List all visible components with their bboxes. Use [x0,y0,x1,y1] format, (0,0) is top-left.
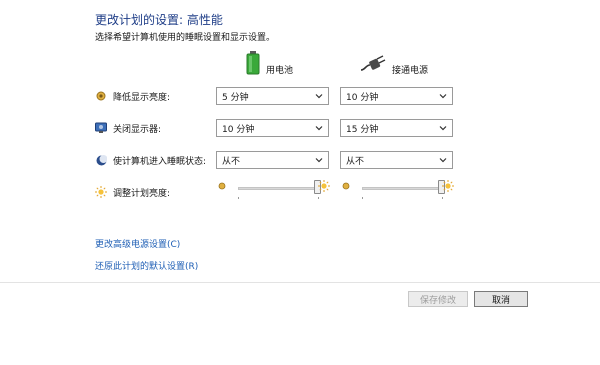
slider-tick [442,197,443,199]
slider-tick [362,197,363,199]
column-label-battery: 用电池 [266,65,294,76]
footer-divider [0,282,600,283]
slider-track [362,187,442,190]
row-turn-off-display: 关闭显示器: [95,119,161,137]
sun-icon [95,186,107,198]
sleep-plugged-select[interactable]: 从不 [340,151,453,169]
column-label-plugged: 接通电源 [392,65,429,76]
row-label-sleep: 使计算机进入睡眠状态: [113,156,207,167]
chevron-down-icon [439,94,447,99]
select-value: 15 分钟 [346,124,379,135]
slider-tick [318,197,319,199]
bright-sun-icon [442,180,454,195]
chevron-down-icon [315,94,323,99]
row-label-dim-display: 降低显示亮度: [113,92,171,103]
dim-display-plugged-select[interactable]: 10 分钟 [340,87,453,105]
row-sleep: 使计算机进入睡眠状态: [95,151,206,169]
row-brightness: 调整计划亮度: [95,183,170,201]
sleep-battery-select[interactable]: 从不 [216,151,329,169]
slider-tick [238,197,239,199]
select-value: 5 分钟 [222,92,249,103]
turn-off-display-plugged-select[interactable]: 15 分钟 [340,119,453,137]
sleep-moon-icon [95,154,107,166]
slider-track [238,187,318,190]
save-changes-button[interactable]: 保存修改 [408,291,468,307]
battery-icon [246,50,260,78]
brightness-battery-slider[interactable] [218,180,332,200]
row-label-turn-off-display: 关闭显示器: [113,124,162,135]
dim-sun-icon [218,182,226,193]
column-header-battery: 用电池 [246,50,293,78]
row-dim-display: 降低显示亮度: [95,87,170,105]
chevron-down-icon [439,158,447,163]
page-title: 更改计划的设置: 高性能 [95,13,223,27]
dim-brightness-icon [95,90,107,102]
brightness-plugged-slider[interactable] [342,180,456,200]
select-value: 10 分钟 [346,92,379,103]
chevron-down-icon [315,158,323,163]
chevron-down-icon [439,126,447,131]
row-label-brightness: 调整计划亮度: [113,188,171,199]
turn-off-display-battery-select[interactable]: 10 分钟 [216,119,329,137]
select-value: 从不 [222,156,241,167]
column-header-plugged: 接通电源 [360,50,428,78]
select-value: 10 分钟 [222,124,255,135]
power-plug-icon [360,53,386,76]
dim-sun-icon [342,182,350,193]
cancel-button[interactable]: 取消 [474,291,528,307]
advanced-power-settings-link[interactable]: 更改高级电源设置(C) [95,237,180,250]
restore-defaults-link[interactable]: 还原此计划的默认设置(R) [95,259,198,272]
bright-sun-icon [318,180,330,195]
chevron-down-icon [315,126,323,131]
monitor-off-icon [95,122,107,134]
select-value: 从不 [346,156,365,167]
dim-display-battery-select[interactable]: 5 分钟 [216,87,329,105]
page-subtitle: 选择希望计算机使用的睡眠设置和显示设置。 [95,33,276,43]
